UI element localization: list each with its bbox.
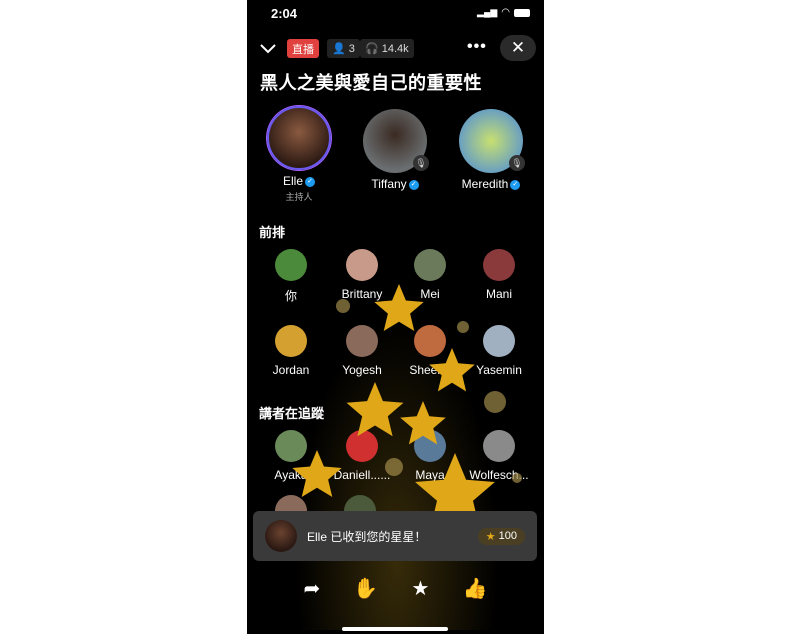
- bubble: [512, 473, 522, 483]
- share-icon[interactable]: ➦: [304, 576, 321, 601]
- star: [429, 348, 475, 392]
- star: [292, 450, 342, 497]
- avatar: [265, 520, 297, 552]
- stars-pill: ★ 100: [477, 527, 525, 545]
- star-icon: ★: [485, 530, 496, 543]
- star: [374, 284, 424, 331]
- phone-screen: 2:04 ▂▄▆ ◠ 直播 👤 3 🎧 14.4k ••• ✕ 黑人之美與愛自己的重…: [247, 0, 544, 634]
- bubble: [336, 299, 350, 313]
- star-received-toast: Elle 已收到您的星星！ ★ 100: [253, 511, 537, 561]
- raise-hand-icon[interactable]: ✋: [353, 576, 378, 601]
- toast-message: Elle 已收到您的星星！: [307, 529, 427, 544]
- stars-count: 100: [498, 530, 517, 542]
- bubble: [484, 391, 506, 413]
- star: [400, 401, 446, 445]
- star: [346, 382, 404, 437]
- action-bar: ➦ ✋ ★ 👍: [247, 576, 544, 601]
- send-star-icon[interactable]: ★: [411, 576, 429, 601]
- like-icon[interactable]: 👍: [462, 576, 487, 601]
- bubble: [457, 321, 469, 333]
- bubble: [385, 458, 403, 476]
- home-indicator[interactable]: [342, 627, 448, 631]
